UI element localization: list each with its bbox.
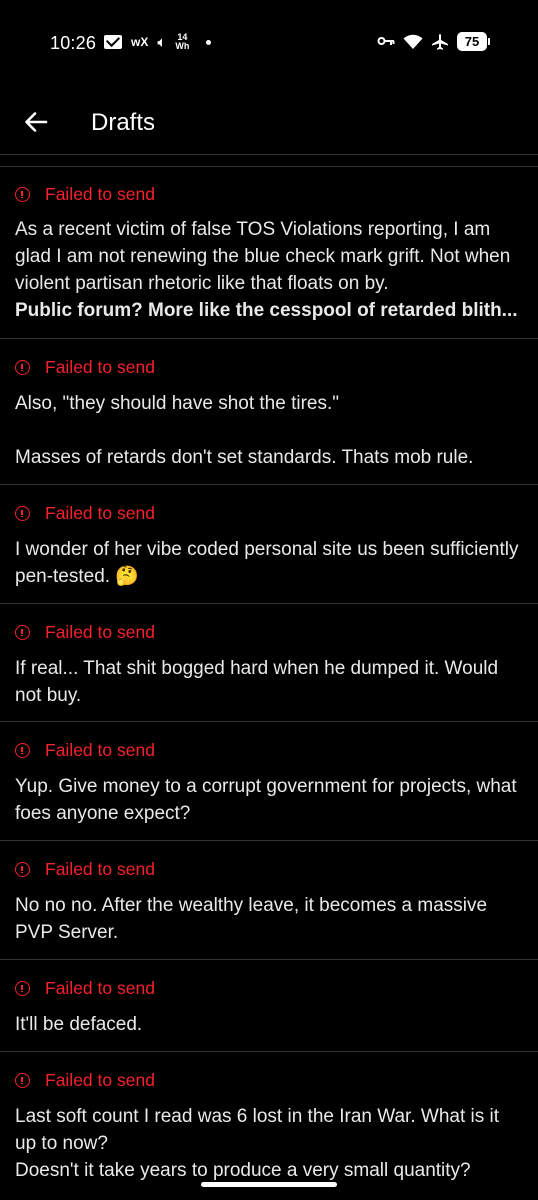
alert-circle-icon — [15, 981, 30, 996]
draft-item[interactable]: Failed to send As a recent victim of fal… — [0, 167, 538, 339]
alert-circle-icon — [15, 862, 30, 877]
failed-status: Failed to send — [15, 184, 155, 205]
failed-status-label: Failed to send — [45, 859, 155, 879]
draft-text-line: Masses of retards don't set standards. T… — [15, 447, 474, 468]
failed-status-label: Failed to send — [45, 184, 155, 204]
battery-icon: 75 — [457, 32, 490, 51]
energy-wh-unit: Wh — [175, 41, 190, 51]
failed-status-label: Failed to send — [45, 357, 155, 377]
status-right-icons: 75 — [377, 32, 490, 51]
draft-text-line: Last soft count I read was 6 lost in the… — [15, 1106, 500, 1154]
draft-text: Also, "they should have shot the tires."… — [15, 390, 524, 471]
mail-icon — [104, 35, 122, 49]
speaker-icon: 🔈︎ — [157, 33, 167, 51]
failed-status: Failed to send — [15, 503, 155, 524]
draft-text: If real... That shit bogged hard when he… — [15, 658, 499, 706]
failed-status: Failed to send — [15, 978, 155, 999]
alert-circle-icon — [15, 743, 30, 758]
energy-wh-icon: 14 Wh — [175, 33, 189, 51]
airplane-icon — [431, 33, 449, 51]
draft-text: Yup. Give money to a corrupt government … — [15, 776, 517, 824]
alert-circle-icon — [15, 506, 30, 521]
draft-item[interactable]: Failed to send Last soft count I read wa… — [0, 1052, 538, 1200]
page-title: Drafts — [91, 109, 156, 136]
wifi-icon — [403, 34, 423, 50]
alert-circle-icon — [15, 187, 30, 202]
failed-status: Failed to send — [15, 357, 155, 378]
failed-status: Failed to send — [15, 1070, 155, 1091]
wx-icon: wX — [131, 35, 149, 49]
draft-text: It'll be defaced. — [15, 1014, 143, 1035]
draft-text: I wonder of her vibe coded personal site… — [15, 539, 519, 587]
failed-status-label: Failed to send — [45, 740, 155, 760]
failed-status-label: Failed to send — [45, 1070, 155, 1090]
status-time: 10:26 — [50, 33, 97, 53]
failed-status: Failed to send — [15, 622, 155, 643]
draft-text: As a recent victim of false TOS Violatio… — [15, 216, 524, 324]
vpn-key-icon — [377, 34, 395, 50]
failed-status: Failed to send — [15, 859, 155, 880]
draft-text: No no no. After the wealthy leave, it be… — [15, 895, 488, 943]
header-divider — [0, 154, 538, 155]
status-bar: 10:26 wX 🔈︎ 14 Wh 75 — [0, 0, 538, 88]
battery-level: 75 — [457, 32, 487, 51]
failed-status: Failed to send — [15, 740, 155, 761]
notification-dot-icon — [206, 39, 212, 45]
draft-item[interactable]: Failed to send Also, "they should have s… — [0, 339, 538, 485]
draft-item[interactable]: Failed to send No no no. After the wealt… — [0, 841, 538, 960]
draft-item[interactable]: Failed to send It'll be defaced. — [0, 960, 538, 1052]
draft-item[interactable]: Failed to send If real... That shit bogg… — [0, 604, 538, 722]
draft-item[interactable]: Failed to send I wonder of her vibe code… — [0, 485, 538, 604]
draft-text-line: As a recent victim of false TOS Violatio… — [15, 219, 511, 294]
draft-text: Last soft count I read was 6 lost in the… — [15, 1103, 524, 1184]
alert-circle-icon — [15, 1073, 30, 1088]
failed-status-label: Failed to send — [45, 978, 155, 998]
draft-text-bold: Public forum? More like the cesspool of … — [15, 300, 518, 321]
alert-circle-icon — [15, 625, 30, 640]
failed-status-label: Failed to send — [45, 622, 155, 642]
app-header: Drafts — [0, 88, 538, 156]
alert-circle-icon — [15, 360, 30, 375]
home-indicator[interactable] — [201, 1182, 337, 1187]
status-left-icons: wX 🔈︎ 14 Wh — [104, 33, 212, 51]
draft-item[interactable]: Failed to send Yup. Give money to a corr… — [0, 722, 538, 841]
back-arrow-icon[interactable] — [22, 108, 50, 136]
draft-text-line: Also, "they should have shot the tires." — [15, 393, 340, 414]
failed-status-label: Failed to send — [45, 503, 155, 523]
draft-text-line: Doesn't it take years to produce a very … — [15, 1160, 471, 1181]
